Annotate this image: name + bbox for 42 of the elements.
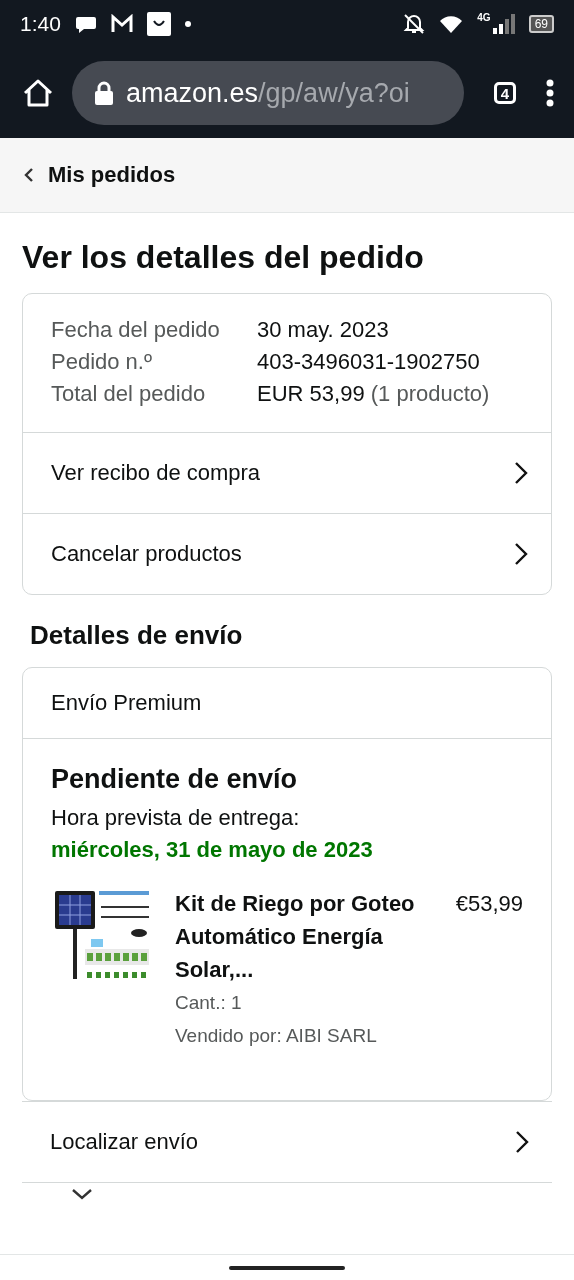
chevron-right-icon <box>513 542 529 566</box>
field-value: 403-3496031-1902750 <box>257 348 481 376</box>
field-label: Total del pedido <box>51 380 207 408</box>
wifi-icon <box>439 14 464 34</box>
product-price: €53,99 <box>455 890 523 918</box>
page-title: Ver los detalles del pedido <box>22 238 425 277</box>
mail-icon <box>110 14 133 34</box>
home-indicator[interactable] <box>229 1265 345 1270</box>
field-value: 30 may. 2023 <box>257 316 390 344</box>
chevron-down-icon <box>72 1189 92 1200</box>
tab-switcher-button[interactable]: 4 <box>494 82 516 104</box>
lock-icon <box>94 81 114 105</box>
clock-time: 1:40 <box>20 12 61 36</box>
action-link[interactable]: Localizar envío <box>22 1101 552 1183</box>
menu-icon[interactable] <box>546 79 554 107</box>
home-icon[interactable] <box>22 78 54 108</box>
bag-icon <box>146 12 171 36</box>
field-label: Fecha del pedido <box>51 316 221 344</box>
section-heading: Detalles de envío <box>30 619 244 651</box>
summary-link[interactable]: Ver recibo de compra <box>23 432 551 513</box>
chevron-right-icon <box>513 461 529 485</box>
chevron-left-icon <box>24 168 34 182</box>
battery-icon: 69 <box>528 15 554 33</box>
shipment-status: Pendiente de envío <box>51 763 299 796</box>
quantity-text: Cant.: 1 <box>175 991 243 1015</box>
field-label: Pedido n.º <box>51 348 153 376</box>
dot-icon <box>184 21 191 27</box>
delivery-label: Hora prevista de entrega: <box>51 804 301 832</box>
chat-icon <box>74 14 97 34</box>
signal-icon <box>492 14 515 34</box>
seller-text: Vendido por: AIBI SARL <box>175 1024 378 1048</box>
field-value: EUR 53,99 (1 producto) <box>257 380 491 408</box>
shipping-method: Envío Premium <box>23 668 551 739</box>
url-text: amazon.es/gp/aw/ya?oi <box>126 77 410 109</box>
back-link[interactable]: Mis pedidos <box>0 138 574 213</box>
summary-link[interactable]: Cancelar productos <box>23 513 551 594</box>
chevron-right-icon <box>514 1130 530 1154</box>
product-title[interactable]: Kit de Riego por Goteo Automático Energía Solar,... <box>175 887 432 986</box>
delivery-date: miércoles, 31 de mayo de 2023 <box>51 836 374 864</box>
bell-off-icon <box>403 13 426 35</box>
address-bar[interactable]: amazon.es/gp/aw/ya?oi <box>72 61 464 125</box>
network-label: 4G <box>477 12 491 23</box>
